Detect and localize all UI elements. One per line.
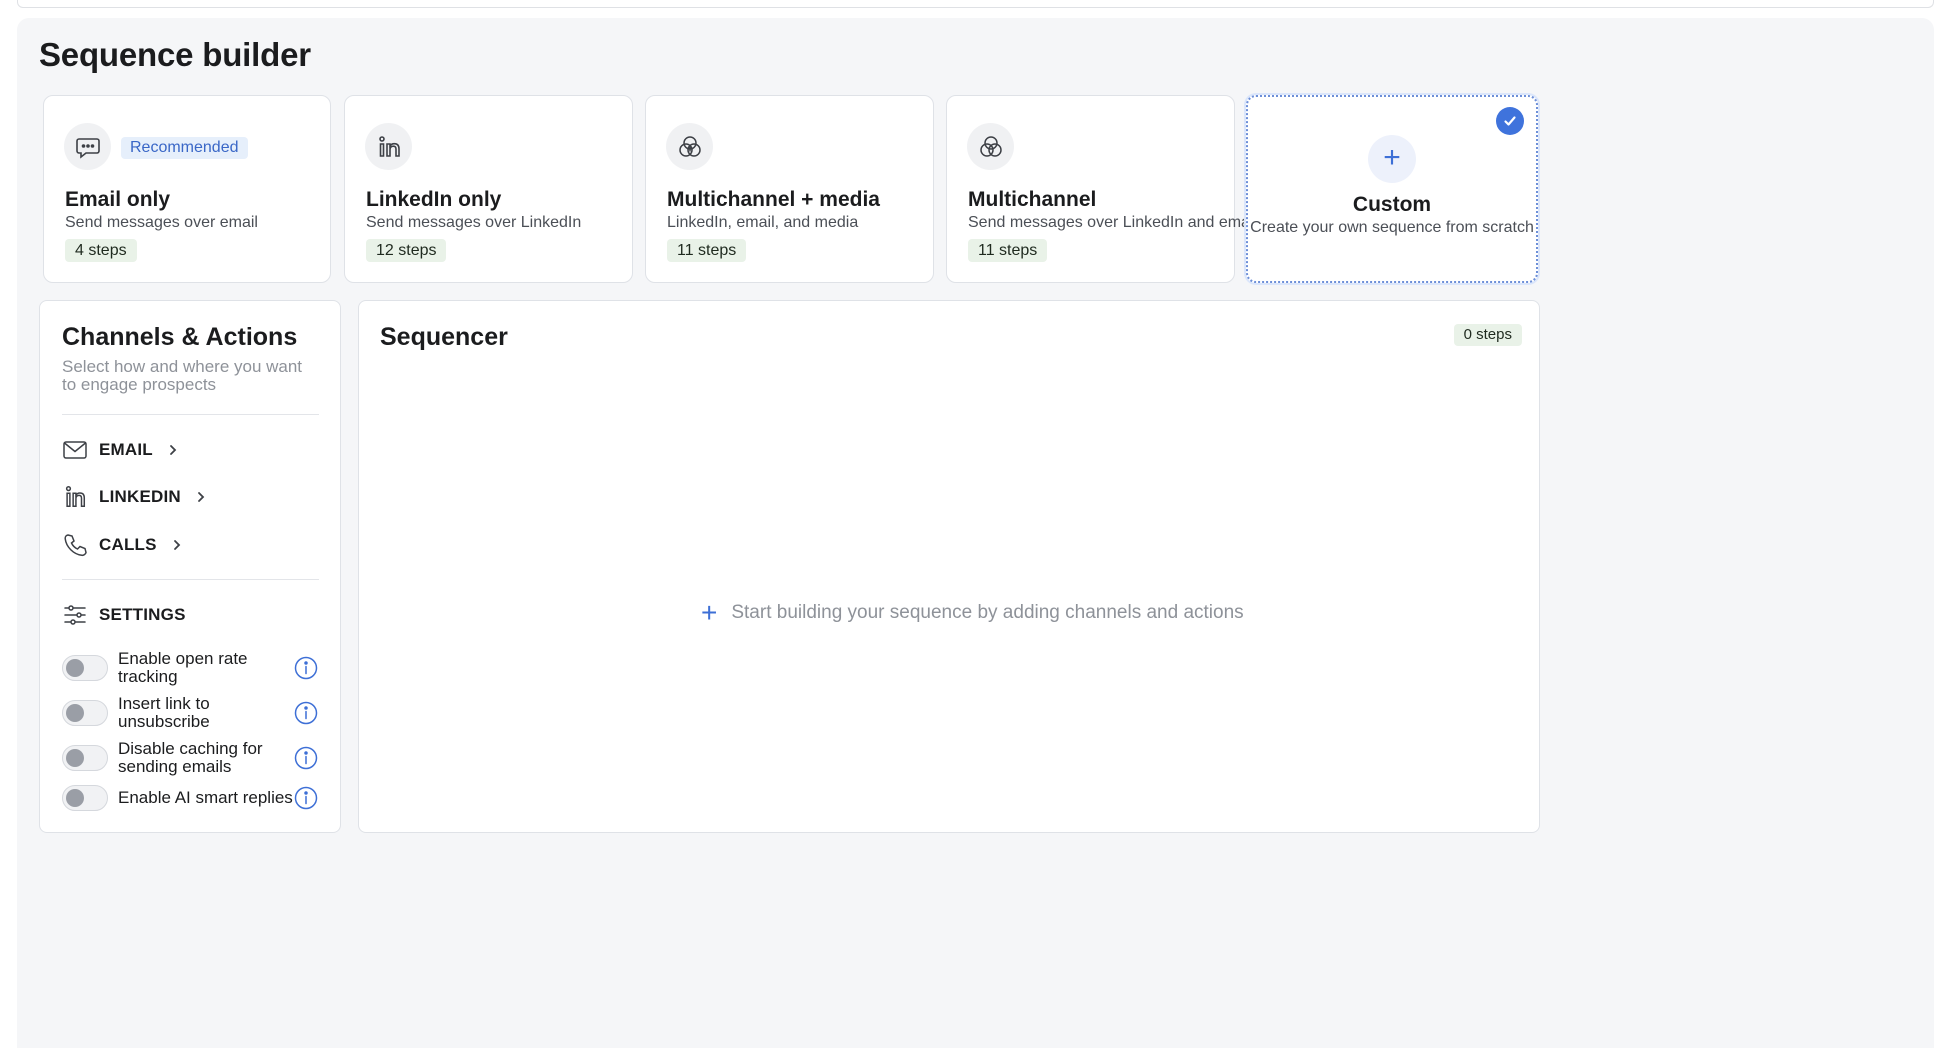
sequencer-title: Sequencer xyxy=(380,323,508,351)
plus-icon: + xyxy=(1368,135,1416,183)
channels-actions-panel: Channels & Actions Select how and where … xyxy=(39,300,341,833)
empty-state: + Start building your sequence by adding… xyxy=(701,597,1244,628)
divider xyxy=(62,579,319,580)
chevron-right-icon xyxy=(195,490,207,504)
multichannel-icon xyxy=(967,123,1014,170)
selected-check-icon xyxy=(1496,107,1524,135)
linkedin-icon xyxy=(365,123,412,170)
setting-ai-smart-replies: Enable AI smart replies xyxy=(62,785,322,811)
info-icon[interactable] xyxy=(294,701,318,725)
card-title: Multichannel xyxy=(968,188,1097,211)
linkedin-icon xyxy=(62,484,88,510)
plus-icon: + xyxy=(701,597,718,628)
phone-icon xyxy=(62,532,88,558)
info-icon[interactable] xyxy=(294,656,318,680)
channel-label: LINKEDIN xyxy=(99,487,181,506)
chevron-right-icon xyxy=(171,538,183,552)
template-card-multichannel-media[interactable]: Multichannel + media LinkedIn, email, an… xyxy=(645,95,934,283)
card-description: Send messages over LinkedIn and email xyxy=(968,214,1258,231)
template-card-custom[interactable]: + Custom Create your own sequence from s… xyxy=(1246,95,1538,283)
steps-badge: 4 steps xyxy=(65,239,137,262)
sequencer-panel: Sequencer 0 steps + Start building your … xyxy=(358,300,1540,833)
settings-label: SETTINGS xyxy=(99,605,186,624)
steps-badge: 11 steps xyxy=(968,239,1048,262)
toggle-switch[interactable] xyxy=(62,655,108,681)
chevron-right-icon xyxy=(167,443,179,457)
setting-disable-caching: Disable caching for sending emails xyxy=(62,740,322,776)
setting-label: Enable open rate tracking xyxy=(118,649,248,686)
card-description: Send messages over LinkedIn xyxy=(366,214,582,231)
mail-icon xyxy=(62,437,88,463)
settings-header: SETTINGS xyxy=(62,602,186,628)
toggle-switch[interactable] xyxy=(62,745,108,771)
divider xyxy=(62,414,319,415)
channel-label: CALLS xyxy=(99,535,157,554)
channel-item-linkedin[interactable]: LINKEDIN xyxy=(62,484,207,510)
steps-badge: 12 steps xyxy=(366,239,447,262)
card-description: Send messages over email xyxy=(65,214,258,231)
card-title: Custom xyxy=(1352,193,1432,216)
steps-badge: 0 steps xyxy=(1453,324,1522,346)
recommended-badge: Recommended xyxy=(121,137,248,159)
empty-state-text: Start building your sequence by adding c… xyxy=(731,602,1244,623)
channel-label: EMAIL xyxy=(99,440,153,459)
steps-badge: 11 steps xyxy=(667,239,747,262)
template-card-multichannel[interactable]: Multichannel Send messages over LinkedIn… xyxy=(946,95,1257,283)
channels-subtitle: Select how and where you want to engage … xyxy=(62,357,303,394)
info-icon[interactable] xyxy=(294,786,318,810)
card-description: Create your own sequence from scratch xyxy=(1250,219,1534,236)
sliders-icon xyxy=(62,602,88,628)
setting-label: Disable caching for sending emails xyxy=(118,739,263,776)
card-title: Email only xyxy=(65,188,171,211)
channel-item-calls[interactable]: CALLS xyxy=(62,532,183,558)
multichannel-media-icon xyxy=(666,123,713,170)
setting-label: Insert link to unsubscribe xyxy=(118,694,210,731)
channels-title: Channels & Actions xyxy=(62,323,298,351)
setting-label: Enable AI smart replies xyxy=(118,788,293,807)
info-icon[interactable] xyxy=(294,746,318,770)
chat-bubble-icon xyxy=(64,123,111,170)
template-card-email-only[interactable]: Recommended Email only Send messages ove… xyxy=(43,95,331,283)
card-title: Multichannel + media xyxy=(667,188,880,211)
toggle-switch[interactable] xyxy=(62,785,108,811)
top-strip xyxy=(17,0,1934,8)
template-card-linkedin-only[interactable]: LinkedIn only Send messages over LinkedI… xyxy=(344,95,633,283)
card-title: LinkedIn only xyxy=(366,188,502,211)
setting-unsubscribe-link: Insert link to unsubscribe xyxy=(62,695,322,731)
page-title: Sequence builder xyxy=(39,36,311,73)
setting-open-rate-tracking: Enable open rate tracking xyxy=(62,650,322,686)
channel-item-email[interactable]: EMAIL xyxy=(62,437,179,463)
toggle-switch[interactable] xyxy=(62,700,108,726)
card-description: LinkedIn, email, and media xyxy=(667,214,859,231)
